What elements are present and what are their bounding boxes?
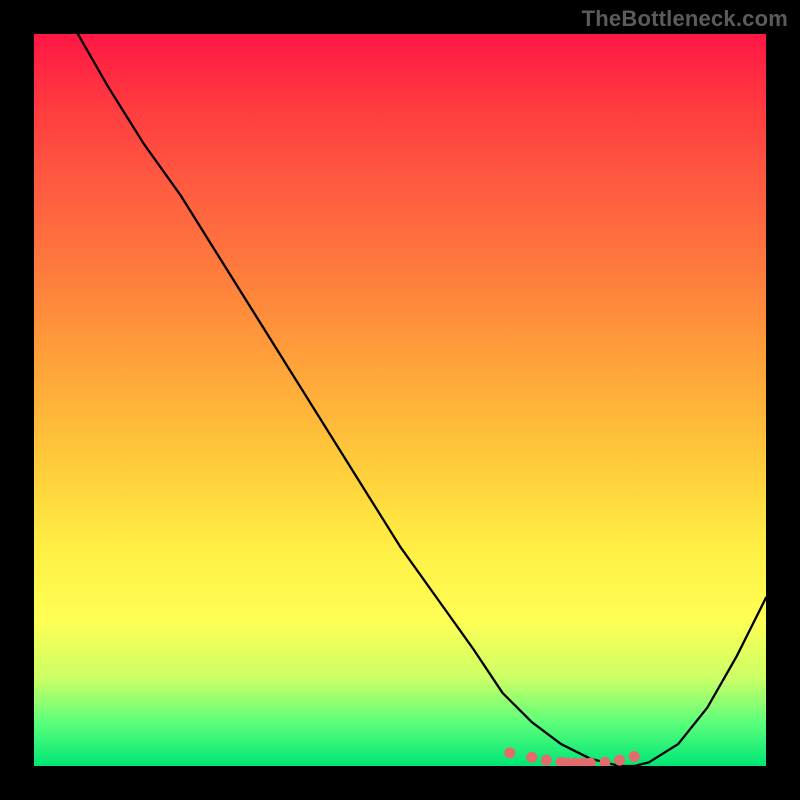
gradient-background bbox=[34, 34, 766, 766]
watermark-text: TheBottleneck.com bbox=[582, 6, 788, 32]
plot-area bbox=[34, 34, 766, 766]
chart-container: TheBottleneck.com bbox=[0, 0, 800, 800]
